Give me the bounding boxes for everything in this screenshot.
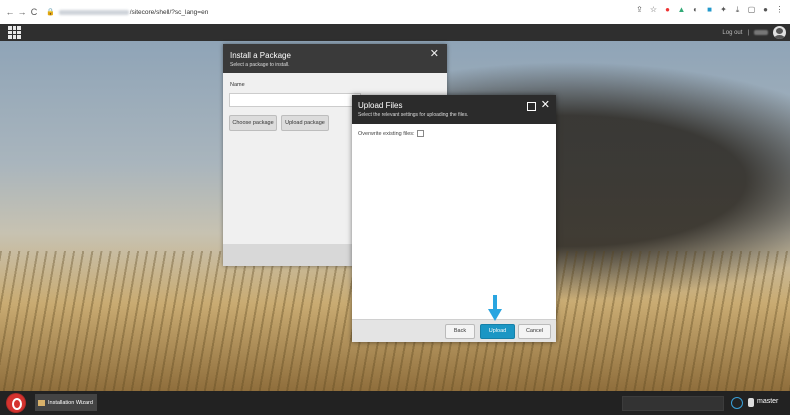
dialog-header: Upload Files Select the relevant setting… [352, 95, 556, 124]
name-label: Name [230, 82, 245, 88]
close-icon[interactable]: ✕ [541, 98, 550, 111]
dialog-title: Upload Files [358, 101, 403, 110]
profile-icon[interactable]: ● [761, 5, 770, 14]
reload-icon[interactable]: C [28, 7, 40, 17]
redacted-username [754, 30, 768, 35]
dialog-subtitle: Select a package to install. [230, 62, 290, 68]
taskbar: Installation Wizard master [0, 391, 790, 415]
choose-package-button[interactable]: Choose package [229, 115, 277, 131]
maximize-icon[interactable] [527, 102, 536, 111]
url-text: /sitecore/shell/?sc_lang=en [129, 8, 209, 16]
dialog-footer: Back Upload Cancel [352, 319, 556, 342]
forward-icon[interactable]: → [16, 7, 28, 17]
overwrite-option: Overwrite existing files: [358, 130, 424, 137]
overwrite-label: Overwrite existing files: [358, 130, 415, 137]
back-button[interactable]: Back [445, 324, 475, 339]
star-icon[interactable]: ☆ [649, 5, 658, 14]
dialog-title: Install a Package [230, 51, 291, 60]
task-label: Installation Wizard [48, 399, 93, 406]
dialog-subtitle: Select the relevant settings for uploadi… [358, 112, 469, 118]
logout-link[interactable]: Log out [722, 30, 742, 36]
extension-icon[interactable]: ▲ [677, 5, 686, 14]
redacted-host [58, 9, 129, 15]
extension-icon[interactable]: ■ [705, 5, 714, 14]
share-icon[interactable]: ⇪ [635, 5, 644, 14]
overwrite-checkbox[interactable] [416, 130, 424, 137]
start-button-icon[interactable] [7, 394, 25, 412]
extension-icon[interactable]: ◐ [691, 5, 700, 14]
puzzle-icon[interactable]: ✦ [719, 5, 728, 14]
download-icon[interactable]: ⤓ [733, 5, 742, 14]
database-label[interactable]: master [757, 398, 778, 405]
pointer-arrow-icon [488, 295, 502, 321]
browser-toolbar: ← → C 🔒 /sitecore/shell/?sc_lang=en ⇪ ☆ … [0, 0, 790, 25]
upload-package-button[interactable]: Upload package [281, 115, 329, 131]
upload-files-dialog: Upload Files Select the relevant setting… [352, 95, 556, 342]
package-icon [38, 399, 45, 406]
name-input[interactable] [229, 93, 361, 107]
close-icon[interactable]: ✕ [430, 47, 439, 60]
window-icon[interactable]: ▢ [747, 5, 756, 14]
upload-button[interactable]: Upload [480, 324, 515, 339]
app-grid-icon[interactable] [8, 26, 21, 39]
taskbar-search-input[interactable] [622, 396, 724, 411]
opera-icon[interactable]: ● [663, 5, 672, 14]
back-icon[interactable]: ← [4, 7, 16, 17]
extension-toolbar: ⇪ ☆ ● ▲ ◐ ■ ✦ ⤓ ▢ ● ⋮ [635, 5, 784, 14]
sitecore-topbar: Log out | [0, 24, 790, 41]
address-bar[interactable]: 🔒 /sitecore/shell/?sc_lang=en [46, 5, 208, 19]
lock-icon: 🔒 [46, 9, 55, 16]
user-area: Log out | [722, 26, 786, 39]
globe-icon[interactable] [731, 397, 743, 409]
cancel-button[interactable]: Cancel [518, 324, 551, 339]
avatar[interactable] [773, 26, 786, 39]
separator: | [747, 29, 749, 36]
dialog-header: Install a Package Select a package to in… [223, 44, 447, 73]
menu-icon[interactable]: ⋮ [775, 5, 784, 14]
database-icon[interactable] [748, 398, 754, 407]
taskbar-item-installation-wizard[interactable]: Installation Wizard [35, 394, 97, 411]
